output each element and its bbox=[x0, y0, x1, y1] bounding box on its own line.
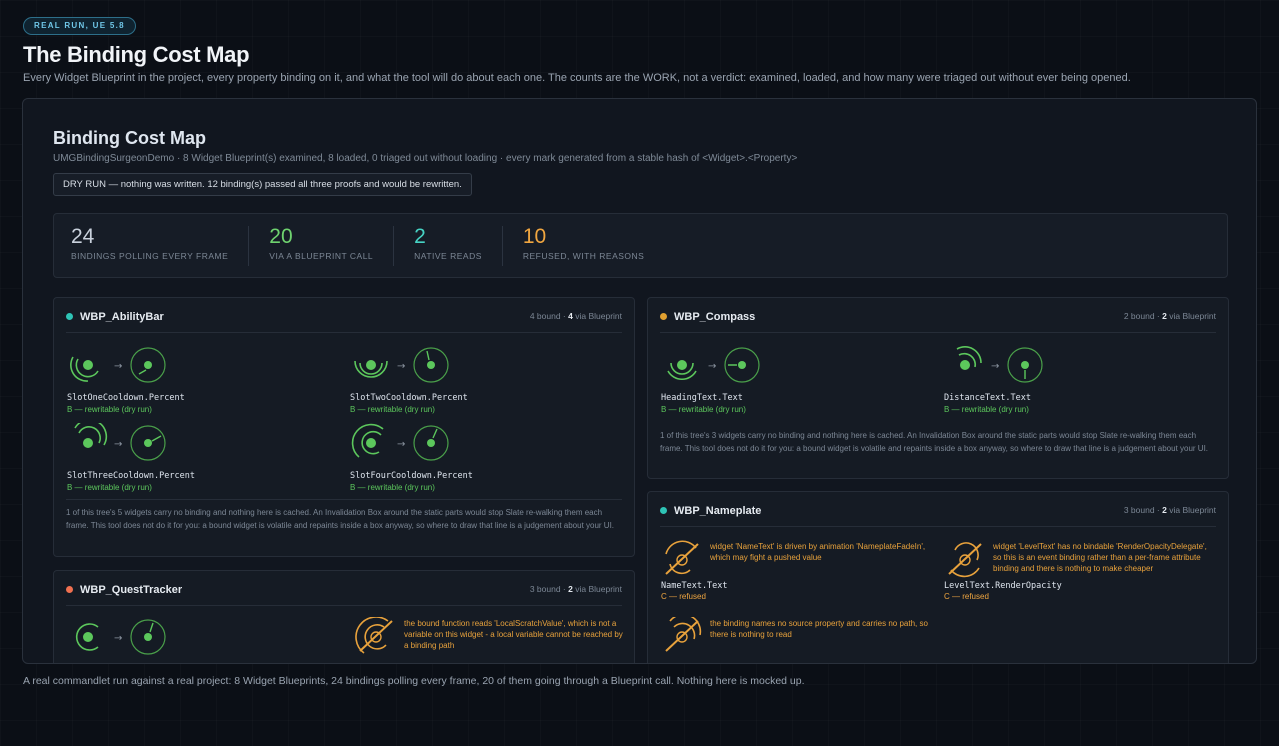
binding-glyph-icon: → bbox=[70, 347, 166, 383]
binding-property: HeadingText.Text bbox=[661, 393, 743, 403]
map-meta: UMGBindingSurgeonDemo · 8 Widget Bluepri… bbox=[53, 153, 798, 164]
stat-value: 24 bbox=[71, 224, 95, 248]
page-subtitle: Every Widget Blueprint in the project, e… bbox=[23, 72, 1131, 84]
stats-bar: 24 BINDINGS POLLING EVERY FRAME 20 VIA A… bbox=[53, 213, 1228, 278]
card-ability-bar[interactable]: WBP_AbilityBar 4 bound · 4 via Blueprint… bbox=[53, 297, 635, 557]
binding-glyph-icon: → bbox=[354, 347, 449, 383]
binding-property: DistanceText.Text bbox=[944, 393, 1031, 403]
stat-polling: 24 BINDINGS POLLING EVERY FRAME bbox=[71, 224, 250, 266]
card-header: WBP_Nameplate 3 bound · 2 via Blueprint bbox=[660, 504, 1216, 527]
binding-glyph-icon: → bbox=[74, 423, 166, 461]
binding-item[interactable]: → SlotFourCooldown.Percent B — rewritabl… bbox=[349, 423, 549, 501]
binding-glyph-icon: → bbox=[351, 423, 449, 461]
stat-blueprint: 20 VIA A BLUEPRINT CALL bbox=[269, 224, 395, 266]
stat-native: 2 NATIVE READS bbox=[414, 224, 503, 266]
binding-item[interactable]: → SlotOneCooldown.Percent B — rewritable… bbox=[66, 345, 266, 423]
card-name: WBP_QuestTracker bbox=[80, 584, 183, 596]
binding-count: 3 bound · 2 via Blueprint bbox=[1123, 505, 1216, 515]
refusal-reason: widget 'LevelText' has no bindable 'Rend… bbox=[993, 542, 1207, 573]
stat-value: 2 bbox=[414, 224, 426, 248]
stat-label: REFUSED, WITH REASONS bbox=[522, 250, 645, 261]
stat-label: NATIVE READS bbox=[414, 250, 482, 261]
binding-status: B — rewritable (dry run) bbox=[67, 483, 152, 492]
refusal-reason: the binding names no source property and… bbox=[710, 619, 928, 639]
refusal-reason: the bound function reads 'LocalScratchVa… bbox=[404, 619, 623, 650]
binding-status: C — refused bbox=[661, 592, 706, 601]
svg-text:→: → bbox=[991, 361, 999, 372]
divider bbox=[66, 499, 622, 500]
map-title: Binding Cost Map bbox=[53, 128, 206, 148]
stat-label: BINDINGS POLLING EVERY FRAME bbox=[71, 250, 229, 261]
page-title: The Binding Cost Map bbox=[23, 42, 250, 67]
binding-property: NameText.Text bbox=[661, 581, 728, 591]
refusal-reason: widget 'NameText' is driven by animation… bbox=[710, 542, 926, 562]
svg-text:→: → bbox=[708, 361, 716, 372]
card-name: WBP_AbilityBar bbox=[80, 311, 164, 323]
svg-text:→: → bbox=[114, 361, 122, 372]
refused-item[interactable]: the binding names no source property and… bbox=[660, 617, 940, 657]
binding-property: SlotTwoCooldown.Percent bbox=[350, 393, 468, 403]
card-header: WBP_AbilityBar 4 bound · 4 via Blueprint bbox=[66, 310, 622, 333]
binding-item[interactable]: → bbox=[66, 617, 266, 663]
binding-status: B — rewritable (dry run) bbox=[944, 405, 1029, 414]
binding-status: B — rewritable (dry run) bbox=[350, 483, 435, 492]
card-nameplate[interactable]: WBP_Nameplate 3 bound · 2 via Blueprint … bbox=[647, 491, 1229, 663]
card-compass[interactable]: WBP_Compass 2 bound · 2 via Blueprint → … bbox=[647, 297, 1229, 479]
card-quest-tracker[interactable]: WBP_QuestTracker 3 bound · 2 via Bluepri… bbox=[53, 570, 635, 663]
binding-glyph-icon: → bbox=[956, 346, 1043, 383]
refused-item[interactable]: the bound function reads 'LocalScratchVa… bbox=[354, 617, 629, 657]
run-badge: REAL RUN, UE 5.8 bbox=[23, 17, 136, 35]
card-header: WBP_QuestTracker 3 bound · 2 via Bluepri… bbox=[66, 583, 622, 606]
binding-property: SlotThreeCooldown.Percent bbox=[67, 471, 195, 481]
binding-glyph-icon: → bbox=[667, 347, 760, 383]
invalidation-note: 1 of this tree's 5 widgets carry no bind… bbox=[66, 508, 615, 530]
stat-label: VIA A BLUEPRINT CALL bbox=[269, 250, 374, 261]
stat-refused: 10 REFUSED, WITH REASONS bbox=[522, 224, 664, 266]
binding-status: B — rewritable (dry run) bbox=[661, 405, 746, 414]
dry-run-notice: DRY RUN — nothing was written. 12 bindin… bbox=[53, 173, 472, 196]
binding-status: B — rewritable (dry run) bbox=[350, 405, 435, 414]
binding-status: C — refused bbox=[944, 592, 989, 601]
binding-item[interactable]: → SlotThreeCooldown.Percent B — rewritab… bbox=[66, 423, 266, 501]
binding-item[interactable]: → DistanceText.Text B — rewritable (dry … bbox=[943, 345, 1143, 423]
svg-text:→: → bbox=[114, 439, 122, 450]
svg-text:→: → bbox=[114, 633, 122, 644]
svg-text:→: → bbox=[397, 439, 405, 450]
footer-note: A real commandlet run against a real pro… bbox=[23, 675, 805, 687]
binding-count: 3 bound · 2 via Blueprint bbox=[529, 584, 622, 594]
binding-count: 2 bound · 2 via Blueprint bbox=[1123, 311, 1216, 321]
card-header: WBP_Compass 2 bound · 2 via Blueprint bbox=[660, 310, 1216, 333]
status-dot bbox=[66, 313, 73, 320]
binding-property: SlotFourCooldown.Percent bbox=[350, 471, 473, 481]
refused-glyph-icon bbox=[355, 617, 393, 654]
card-name: WBP_Compass bbox=[674, 311, 756, 323]
binding-property: SlotOneCooldown.Percent bbox=[67, 393, 185, 403]
status-dot bbox=[660, 313, 667, 320]
binding-item[interactable]: → HeadingText.Text B — rewritable (dry r… bbox=[660, 345, 860, 423]
binding-item[interactable]: → SlotTwoCooldown.Percent B — rewritable… bbox=[349, 345, 549, 423]
binding-glyph-icon: → bbox=[75, 619, 166, 655]
binding-count: 4 bound · 4 via Blueprint bbox=[529, 311, 622, 321]
refused-item[interactable]: widget 'NameText' is driven by animation… bbox=[660, 540, 940, 601]
svg-text:→: → bbox=[397, 361, 405, 372]
refused-glyph-icon bbox=[665, 540, 699, 575]
invalidation-note: 1 of this tree's 3 widgets carry no bind… bbox=[660, 431, 1209, 453]
binding-status: B — rewritable (dry run) bbox=[67, 405, 152, 414]
refused-glyph-icon bbox=[948, 542, 982, 578]
status-dot bbox=[66, 586, 73, 593]
cost-map-panel[interactable]: Binding Cost Map UMGBindingSurgeonDemo ·… bbox=[22, 98, 1257, 664]
stat-value: 20 bbox=[269, 224, 293, 248]
stat-value: 10 bbox=[522, 224, 547, 248]
status-dot bbox=[660, 507, 667, 514]
refused-item[interactable]: widget 'LevelText' has no bindable 'Rend… bbox=[943, 540, 1218, 601]
binding-property: LevelText.RenderOpacity bbox=[944, 581, 1062, 591]
refused-glyph-icon bbox=[665, 617, 702, 652]
card-name: WBP_Nameplate bbox=[674, 505, 762, 517]
